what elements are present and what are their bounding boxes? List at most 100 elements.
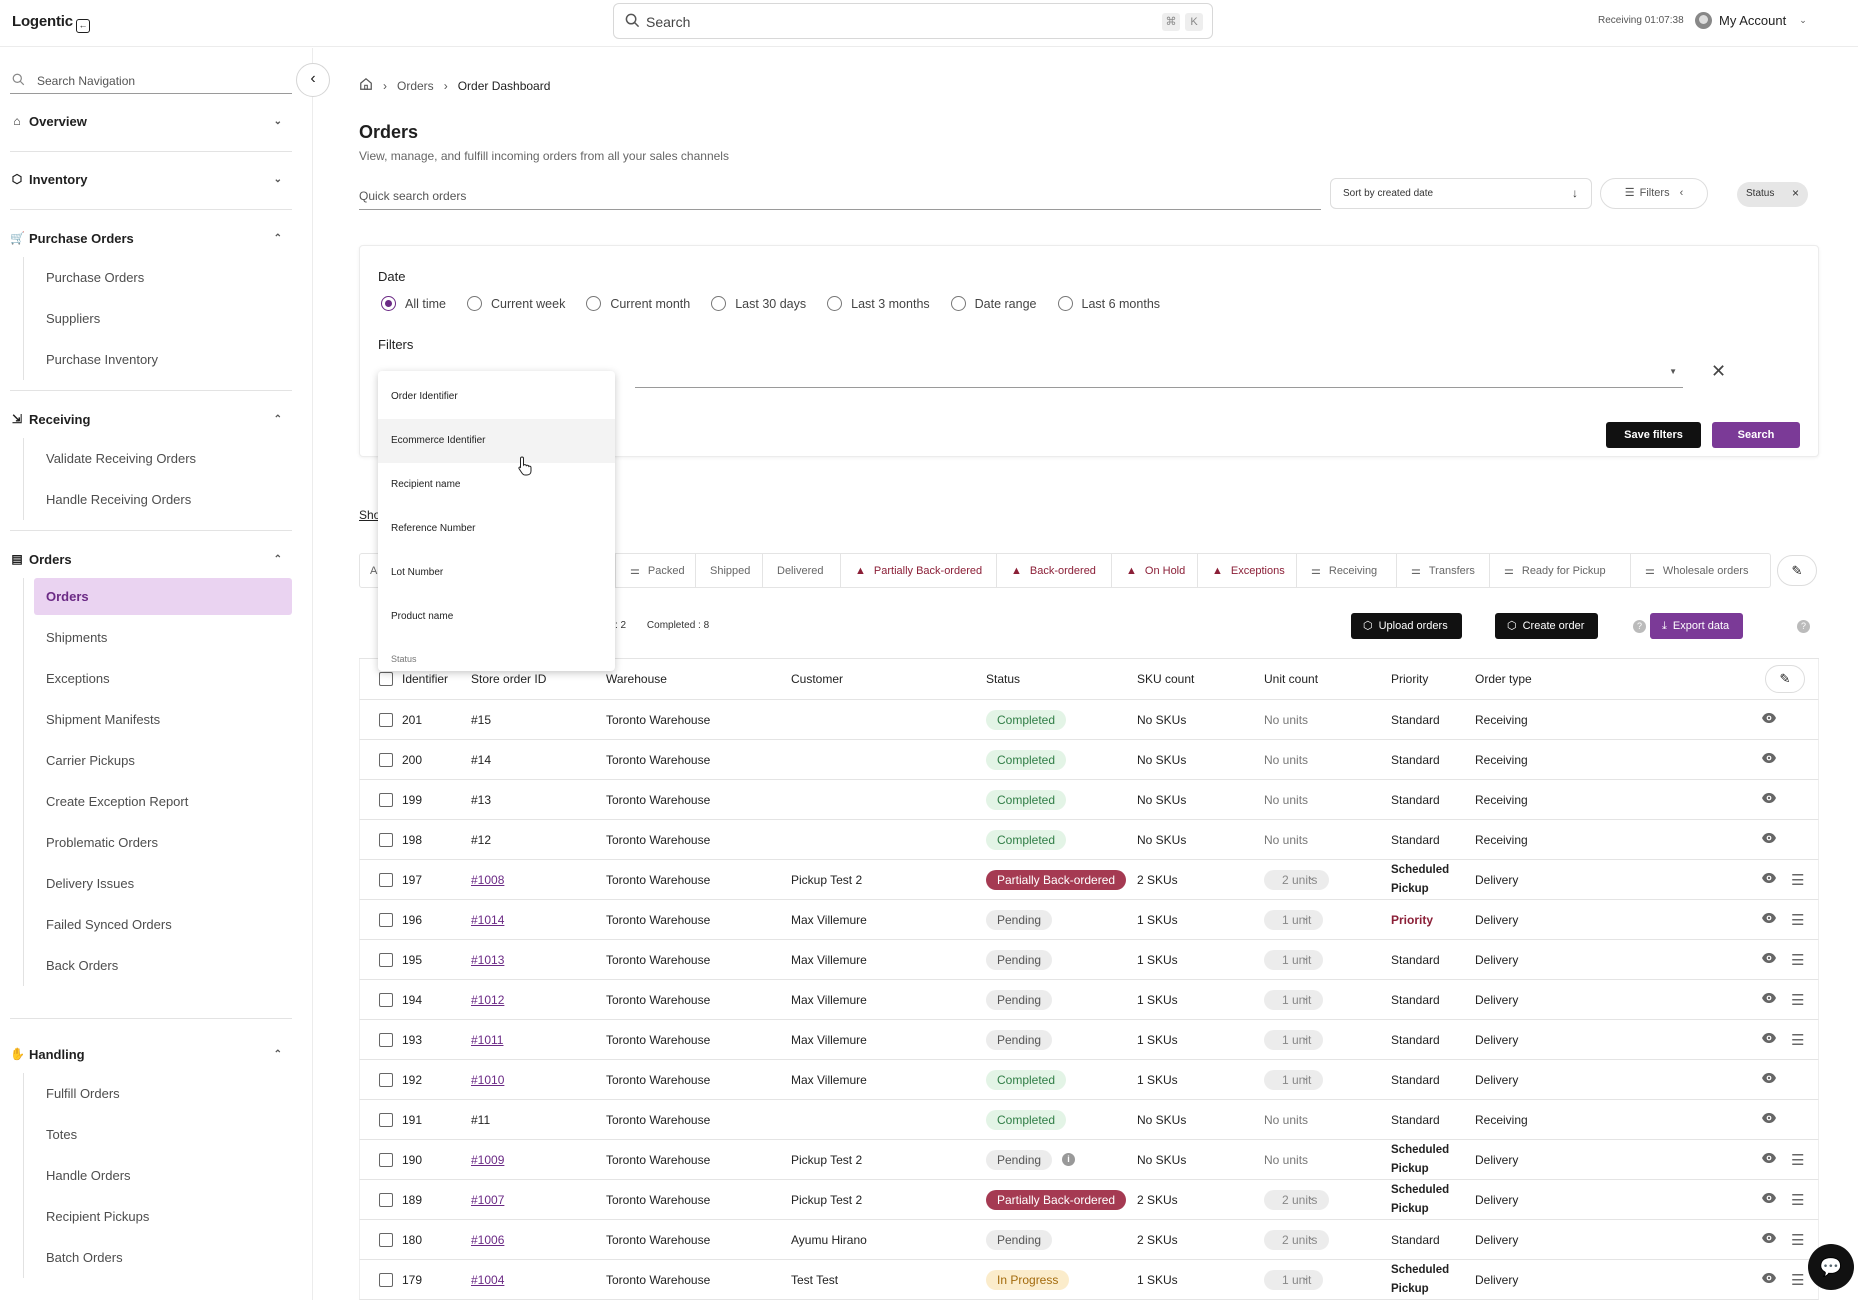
- dropdown-option-status[interactable]: Status: [378, 639, 615, 664]
- tab-exceptions[interactable]: ▲ Exceptions: [1198, 554, 1297, 587]
- sidebar-item-batch-orders[interactable]: Batch Orders: [24, 1237, 292, 1278]
- sidebar-item-exceptions[interactable]: Exceptions: [24, 658, 292, 699]
- dropdown-option-order-identifier[interactable]: Order Identifier: [378, 375, 615, 419]
- filters-button[interactable]: ☰ Filters ‹: [1600, 178, 1708, 209]
- dropdown-option-product-name[interactable]: Product name: [378, 595, 615, 639]
- row-menu-icon[interactable]: ☰: [1791, 1031, 1804, 1049]
- sidebar-item-shipments[interactable]: Shipments: [24, 617, 292, 658]
- eye-icon[interactable]: [1761, 832, 1777, 847]
- table-row[interactable]: 180 #1006 Toronto Warehouse Ayumu Hirano Pen…: [359, 1220, 1819, 1260]
- row-checkbox[interactable]: [379, 752, 393, 767]
- upload-orders-button[interactable]: ⬡ Upload orders: [1351, 613, 1462, 639]
- row-checkbox[interactable]: [379, 872, 393, 887]
- date-radio-date-range[interactable]: Date range: [950, 296, 1037, 311]
- account-menu[interactable]: My Account ⌄: [1695, 12, 1807, 29]
- table-row[interactable]: 192 #1010 Toronto Warehouse Max Villemure Co…: [359, 1060, 1819, 1100]
- receiving-timer[interactable]: Receiving 01:07:38: [1598, 15, 1684, 26]
- cell-store-order-id[interactable]: #1010: [471, 1060, 504, 1099]
- date-radio-current-month[interactable]: Current month: [586, 296, 690, 311]
- date-radio-last-6-months[interactable]: Last 6 months: [1057, 296, 1160, 311]
- row-menu-icon[interactable]: ☰: [1791, 1231, 1804, 1249]
- eye-icon[interactable]: [1761, 712, 1777, 727]
- clear-filter-icon[interactable]: ✕: [1711, 361, 1726, 382]
- tab-receiving[interactable]: ⚌ Receiving: [1297, 554, 1397, 587]
- sidebar-item-back-orders[interactable]: Back Orders: [24, 945, 292, 986]
- eye-icon[interactable]: [1761, 1112, 1777, 1127]
- row-checkbox[interactable]: [379, 1232, 393, 1247]
- nav-search-input[interactable]: Search Navigation: [10, 70, 292, 94]
- table-row[interactable]: 199 #13 Toronto Warehouse Completed No SKUs N…: [359, 780, 1819, 820]
- row-checkbox[interactable]: [379, 1032, 393, 1047]
- sidebar-item-shipment-manifests[interactable]: Shipment Manifests: [24, 699, 292, 740]
- eye-icon[interactable]: [1761, 952, 1777, 967]
- cell-unit-count[interactable]: 1 unit ⌄: [1264, 1260, 1324, 1299]
- dropdown-option-lot-number[interactable]: Lot Number: [378, 551, 615, 595]
- row-menu-icon[interactable]: ☰: [1791, 1191, 1804, 1209]
- dropdown-option-reference-number[interactable]: Reference Number: [378, 507, 615, 551]
- tab-shipped[interactable]: Shipped: [696, 554, 763, 587]
- eye-icon[interactable]: [1761, 872, 1777, 887]
- cell-unit-count[interactable]: 2 units ⌄: [1264, 860, 1330, 899]
- cell-store-order-id[interactable]: #1007: [471, 1180, 504, 1219]
- store-order-link[interactable]: #1011: [471, 1033, 503, 1047]
- cell-unit-count[interactable]: 1 unit ⌄: [1264, 1060, 1324, 1099]
- eye-icon[interactable]: [1761, 1032, 1777, 1047]
- unit-count-dropdown[interactable]: 2 units: [1264, 1229, 1330, 1250]
- row-checkbox[interactable]: [379, 792, 393, 807]
- column-header-customer[interactable]: Customer: [791, 659, 843, 699]
- table-row[interactable]: 191 #11 Toronto Warehouse Completed No SKUs N…: [359, 1100, 1819, 1140]
- edit-tabs-button[interactable]: ✎: [1777, 555, 1817, 586]
- sidebar-item-orders[interactable]: Orders: [34, 578, 292, 615]
- table-row[interactable]: 189 #1007 Toronto Warehouse Pickup Test 2 Pa…: [359, 1180, 1819, 1220]
- help-icon[interactable]: ?: [1797, 620, 1810, 633]
- search-button[interactable]: Search: [1712, 422, 1800, 448]
- unit-count-dropdown[interactable]: 1 unit: [1264, 1069, 1324, 1090]
- cell-store-order-id[interactable]: #1011: [471, 1020, 503, 1059]
- cell-unit-count[interactable]: 2 units ⌄: [1264, 1220, 1330, 1259]
- row-menu-icon[interactable]: ☰: [1791, 951, 1804, 969]
- eye-icon[interactable]: [1761, 1152, 1777, 1167]
- store-order-link[interactable]: #1009: [471, 1153, 504, 1167]
- cell-store-order-id[interactable]: #1004: [471, 1260, 504, 1299]
- eye-icon[interactable]: [1761, 992, 1777, 1007]
- sidebar-item-validate-receiving-orders[interactable]: Validate Receiving Orders: [24, 438, 292, 479]
- cell-unit-count[interactable]: 2 units ⌄: [1264, 1180, 1330, 1219]
- dropdown-option-recipient-name[interactable]: Recipient name: [378, 463, 615, 507]
- nav-section-header[interactable]: ⬡ Inventory ⌄: [10, 164, 292, 194]
- store-order-link[interactable]: #1008: [471, 873, 504, 887]
- collapse-sidebar-button[interactable]: ‹: [296, 63, 330, 97]
- sidebar-item-purchase-inventory[interactable]: Purchase Inventory: [24, 339, 292, 380]
- eye-icon[interactable]: [1761, 912, 1777, 927]
- home-icon[interactable]: [359, 77, 373, 94]
- date-radio-current-week[interactable]: Current week: [466, 296, 565, 311]
- chat-support-button[interactable]: 💬: [1808, 1244, 1854, 1290]
- sort-select[interactable]: Sort by created date ↓: [1330, 178, 1592, 209]
- export-data-button[interactable]: ⤓ Export data: [1650, 613, 1744, 639]
- store-order-link[interactable]: #1014: [471, 913, 504, 927]
- column-header-priority[interactable]: Priority: [1391, 659, 1428, 699]
- cell-store-order-id[interactable]: #1006: [471, 1220, 504, 1259]
- row-checkbox[interactable]: [379, 1072, 393, 1087]
- store-order-link[interactable]: #1012: [471, 993, 504, 1007]
- column-header-unit-count[interactable]: Unit count: [1264, 659, 1318, 699]
- table-row[interactable]: 195 #1013 Toronto Warehouse Max Villemure Pe…: [359, 940, 1819, 980]
- table-row[interactable]: 198 #12 Toronto Warehouse Completed No SKUs N…: [359, 820, 1819, 860]
- select-all-checkbox[interactable]: [379, 672, 393, 686]
- row-menu-icon[interactable]: ☰: [1791, 1271, 1804, 1289]
- breadcrumb-orders[interactable]: Orders: [397, 79, 434, 93]
- store-order-link[interactable]: #1013: [471, 953, 504, 967]
- status-filter-chip[interactable]: Status ×: [1737, 182, 1808, 207]
- nav-section-header[interactable]: ⇲ Receiving ⌃: [10, 404, 292, 434]
- store-order-link[interactable]: #1004: [471, 1273, 504, 1287]
- sidebar-item-problematic-orders[interactable]: Problematic Orders: [24, 822, 292, 863]
- row-menu-icon[interactable]: ☰: [1791, 991, 1804, 1009]
- sidebar-item-create-exception-report[interactable]: Create Exception Report: [24, 781, 292, 822]
- close-icon[interactable]: ×: [1792, 186, 1799, 200]
- nav-section-header[interactable]: ✋ Handling ⌃: [10, 1039, 292, 1069]
- sidebar-item-failed-synced-orders[interactable]: Failed Synced Orders: [24, 904, 292, 945]
- cell-store-order-id[interactable]: #1014: [471, 900, 504, 939]
- row-menu-icon[interactable]: ☰: [1791, 911, 1804, 929]
- date-radio-last-30-days[interactable]: Last 30 days: [711, 296, 806, 311]
- create-order-button[interactable]: ⬡ Create order: [1495, 613, 1599, 639]
- tab-ready-for-pickup[interactable]: ⚌ Ready for Pickup: [1490, 554, 1631, 587]
